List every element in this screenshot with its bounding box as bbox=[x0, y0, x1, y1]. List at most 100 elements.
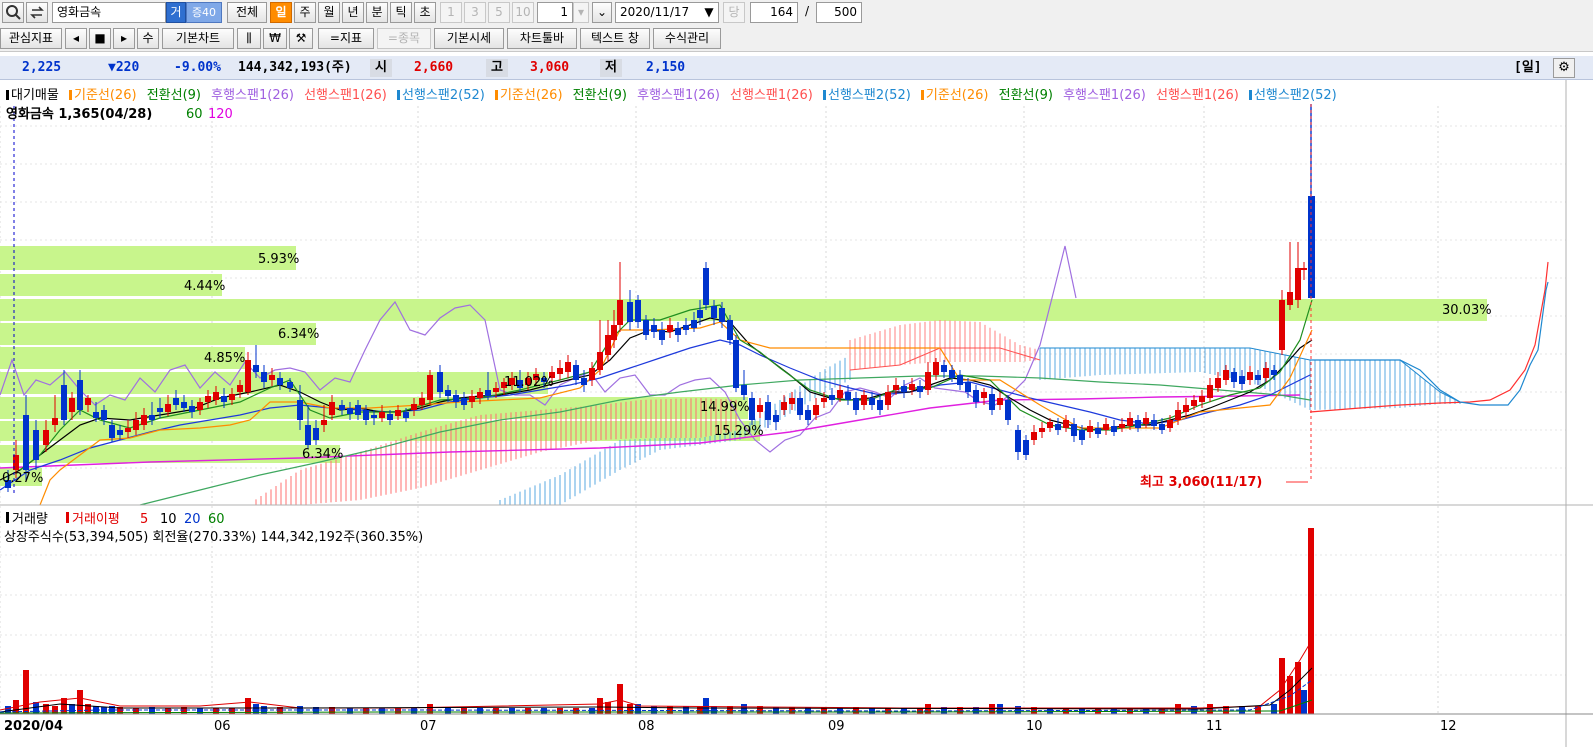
candle-down bbox=[1239, 376, 1245, 384]
candle-down bbox=[277, 378, 283, 385]
x-tick-label: 11 bbox=[1206, 719, 1223, 734]
candle-up bbox=[909, 384, 915, 390]
candle-up bbox=[419, 398, 425, 405]
volume-bar-down bbox=[1271, 704, 1277, 714]
candle-down bbox=[363, 410, 369, 420]
supply-band bbox=[0, 445, 340, 463]
candle-up bbox=[125, 428, 131, 432]
candle-up bbox=[565, 362, 571, 372]
candle-up bbox=[757, 405, 763, 412]
candle-up bbox=[1247, 372, 1253, 380]
candle-up bbox=[395, 410, 401, 416]
candle-down bbox=[733, 340, 739, 388]
candle-up bbox=[589, 368, 595, 380]
candle-up bbox=[597, 352, 603, 370]
candle-down bbox=[93, 412, 99, 418]
candle-down bbox=[711, 306, 717, 318]
volume-bar-down bbox=[589, 708, 595, 714]
candle-down bbox=[829, 395, 835, 400]
candle-up bbox=[981, 392, 987, 398]
volume-bar-up bbox=[363, 708, 369, 714]
volume-ma-period: 10 bbox=[160, 512, 177, 527]
candle-up bbox=[1191, 400, 1197, 406]
band-label: 11.02% bbox=[504, 375, 554, 390]
candle-up bbox=[141, 415, 147, 425]
candle-down bbox=[627, 302, 633, 322]
candle-down bbox=[117, 430, 123, 435]
candle-down bbox=[261, 372, 267, 382]
candle-up bbox=[781, 402, 787, 410]
candle-down bbox=[313, 428, 319, 440]
candle-down bbox=[941, 365, 947, 372]
volume-bar-up bbox=[557, 708, 563, 714]
volume-bar-up bbox=[461, 708, 467, 714]
band-label: 15.29% bbox=[714, 424, 764, 439]
candle-up bbox=[237, 385, 243, 392]
candle-down bbox=[765, 402, 771, 420]
stock-chart[interactable]: 영화금속 1,365(04/28) 60 120 최고 3,060(11/17)… bbox=[0, 0, 1593, 747]
candle-up bbox=[469, 396, 475, 402]
volume-ma-marker bbox=[66, 512, 69, 523]
candle-down bbox=[1271, 370, 1277, 375]
candle-down bbox=[1231, 372, 1237, 382]
candle-down bbox=[355, 405, 361, 415]
volume-bar-up bbox=[1295, 662, 1301, 714]
volume-bar-up bbox=[493, 708, 499, 714]
x-tick-label: 12 bbox=[1440, 719, 1457, 734]
volume-bar-up bbox=[1279, 658, 1285, 714]
volume-bar-up bbox=[573, 708, 579, 714]
candle-down bbox=[749, 398, 755, 420]
candle-up bbox=[1301, 268, 1307, 270]
volume-bar-down bbox=[509, 708, 515, 714]
candle-up bbox=[43, 430, 49, 445]
candle-up bbox=[1119, 424, 1125, 428]
candle-down bbox=[149, 415, 155, 420]
candle-down bbox=[101, 410, 107, 420]
candle-down bbox=[221, 396, 227, 402]
candle-up bbox=[885, 392, 891, 405]
candle-up bbox=[789, 398, 795, 404]
candle-up bbox=[411, 404, 417, 410]
candle-up bbox=[245, 360, 251, 392]
candle-down bbox=[1255, 375, 1261, 380]
candle-up bbox=[821, 398, 827, 402]
ma120-label: 120 bbox=[208, 107, 233, 122]
candle-up bbox=[1215, 378, 1221, 388]
candle-up bbox=[605, 335, 611, 355]
volume-bar-down bbox=[711, 706, 717, 714]
candle-down bbox=[173, 398, 179, 405]
candle-down bbox=[1005, 400, 1011, 420]
band-label: 4.44% bbox=[184, 279, 225, 294]
candle-down bbox=[1151, 420, 1157, 426]
candle-down bbox=[485, 390, 491, 396]
x-tick-label: 08 bbox=[638, 719, 655, 734]
volume-marker bbox=[6, 512, 9, 523]
candle-down bbox=[675, 328, 681, 335]
volume-bar-up bbox=[1308, 528, 1314, 714]
candle-up bbox=[197, 402, 203, 410]
volume-bar-up bbox=[23, 670, 29, 714]
high-note: 최고 3,060(11/17) bbox=[1140, 475, 1262, 490]
candle-down bbox=[77, 380, 83, 410]
candle-up bbox=[69, 398, 75, 412]
band-label: 6.34% bbox=[278, 327, 319, 342]
candle-down bbox=[869, 398, 875, 405]
candle-up bbox=[85, 398, 91, 405]
candle-down bbox=[805, 410, 811, 420]
candle-down bbox=[877, 400, 883, 410]
leading-span1-line bbox=[1309, 261, 1549, 413]
volume-ma-period: 60 bbox=[208, 512, 225, 527]
candle-up bbox=[329, 402, 335, 415]
candle-down bbox=[659, 330, 665, 340]
volume-bar-down bbox=[33, 702, 39, 714]
candle-down bbox=[683, 325, 689, 330]
candle-down bbox=[1079, 430, 1085, 440]
candle-up bbox=[557, 368, 563, 374]
candle-up bbox=[1127, 418, 1133, 426]
volume-info: 상장주식수(53,394,505) 회전율(270.33%) 144,342,1… bbox=[4, 530, 423, 545]
volume-pane-header: 거래량 거래이평 5 10 20 60 상장주식수(53,394,505) 회전… bbox=[4, 512, 423, 545]
candle-up bbox=[933, 362, 939, 375]
candle-down bbox=[453, 395, 459, 402]
volume-bar-up bbox=[525, 708, 531, 714]
candle-up bbox=[1175, 410, 1181, 420]
